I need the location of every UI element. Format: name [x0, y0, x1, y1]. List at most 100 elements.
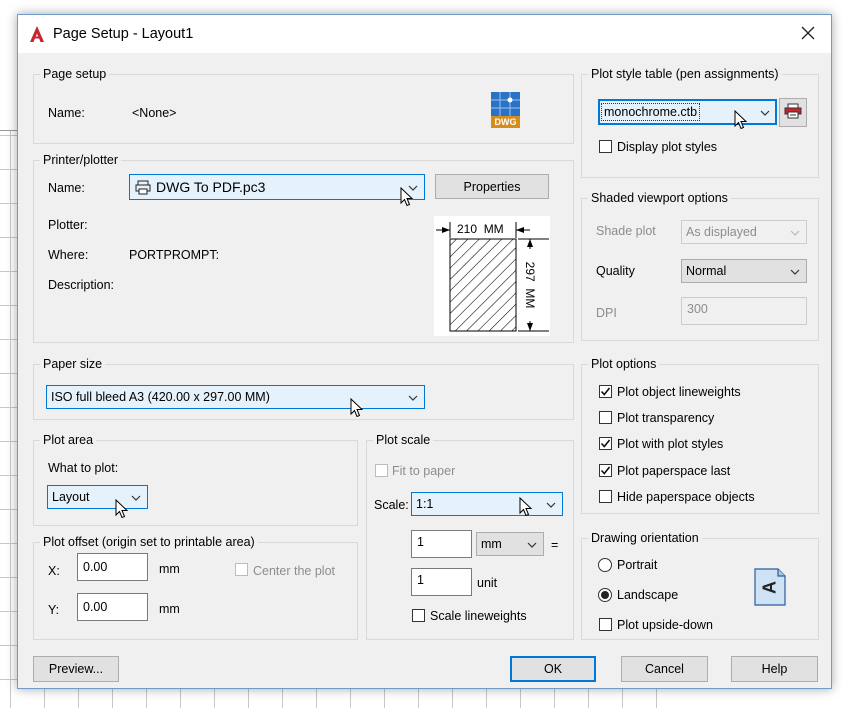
close-button[interactable]: [785, 15, 831, 53]
shade-plot-dropdown[interactable]: As displayed: [681, 220, 807, 244]
portrait-radio[interactable]: [598, 558, 612, 572]
page-setup-group: Page setup Name: <None> DWG: [33, 66, 574, 144]
paper-size-group-label: Paper size: [40, 356, 106, 372]
chevron-down-icon: [546, 497, 556, 511]
help-button[interactable]: Help: [731, 656, 818, 682]
where-value: PORTPROMPT:: [129, 248, 220, 262]
where-label: Where:: [48, 248, 89, 262]
properties-button[interactable]: Properties: [435, 174, 549, 199]
page-setup-dialog: Page Setup - Layout1 Page setup Name: <N…: [17, 14, 832, 689]
page-setup-group-label: Page setup: [40, 66, 110, 82]
shaded-viewport-group: Shaded viewport options Shade plot As di…: [581, 190, 819, 341]
plot-area-group-label: Plot area: [40, 432, 97, 448]
offset-x-unit: mm: [159, 562, 180, 576]
quality-dropdown[interactable]: Normal: [681, 259, 807, 283]
scale-denominator-unit: unit: [477, 576, 498, 590]
plot-offset-group: Plot offset (origin set to printable are…: [33, 534, 358, 640]
shade-plot-label: Shade plot: [596, 224, 656, 238]
title-bar: Page Setup - Layout1: [18, 15, 831, 53]
fit-to-paper-label: Fit to paper: [392, 464, 456, 478]
scale-denominator-input[interactable]: 1: [411, 568, 472, 596]
fit-to-paper-checkbox[interactable]: [375, 464, 388, 477]
scale-label: Scale:: [374, 498, 409, 512]
dpi-label: DPI: [596, 306, 617, 320]
display-plot-styles-checkbox[interactable]: [599, 140, 612, 153]
scale-numerator-input[interactable]: 1: [411, 530, 472, 558]
paper-size-value: ISO full bleed A3 (420.00 x 297.00 MM): [51, 390, 270, 404]
plot-transparency-label: Plot transparency: [617, 411, 715, 425]
printer-name-label: Name:: [48, 181, 85, 195]
chevron-down-icon: [527, 537, 537, 551]
plot-upside-down-label: Plot upside-down: [617, 618, 713, 632]
paper-preview: 210 MM 297 MM: [434, 216, 550, 336]
plot-object-lineweights-label: Plot object lineweights: [617, 385, 741, 399]
scale-lineweights-label: Scale lineweights: [430, 609, 527, 623]
plot-style-dropdown[interactable]: monochrome.ctb: [598, 99, 777, 125]
offset-y-unit: mm: [159, 602, 180, 616]
edit-plot-style-button[interactable]: [779, 98, 807, 127]
what-to-plot-dropdown[interactable]: Layout: [47, 485, 148, 509]
landscape-radio[interactable]: [598, 588, 612, 602]
offset-x-label: X:: [48, 564, 60, 578]
plot-object-lineweights-checkbox[interactable]: [599, 385, 612, 398]
what-to-plot-value: Layout: [52, 490, 90, 504]
shaded-viewport-group-label: Shaded viewport options: [588, 190, 731, 206]
chevron-down-icon: [790, 225, 800, 239]
scale-numerator-value: 1: [417, 535, 424, 549]
offset-x-value: 0.00: [83, 560, 108, 574]
scale-equals: =: [551, 538, 559, 552]
scale-unit-value: mm: [481, 537, 502, 551]
close-icon: [801, 26, 815, 43]
ok-button[interactable]: OK: [510, 656, 596, 682]
offset-y-label: Y:: [48, 603, 60, 617]
plot-scale-group-label: Plot scale: [373, 432, 434, 448]
page-setup-name-label: Name:: [48, 106, 85, 120]
hide-paperspace-objects-checkbox[interactable]: [599, 490, 612, 503]
plot-upside-down-checkbox[interactable]: [599, 618, 612, 631]
quality-label: Quality: [596, 264, 635, 278]
offset-y-input[interactable]: 0.00: [77, 593, 148, 621]
page-setup-name-value: <None>: [132, 106, 177, 120]
cancel-button[interactable]: Cancel: [621, 656, 708, 682]
preview-button[interactable]: Preview...: [33, 656, 119, 682]
paper-width-label: 210 MM: [457, 222, 504, 236]
scale-unit-dropdown[interactable]: mm: [476, 532, 544, 556]
plotter-label: Plotter:: [48, 218, 88, 232]
drawing-orientation-group-label: Drawing orientation: [588, 530, 702, 546]
plot-with-plot-styles-label: Plot with plot styles: [617, 437, 724, 451]
plot-paperspace-last-checkbox[interactable]: [599, 464, 612, 477]
printer-group-label: Printer/plotter: [40, 152, 122, 168]
plot-transparency-checkbox[interactable]: [599, 411, 612, 424]
what-to-plot-label: What to plot:: [48, 461, 119, 475]
scale-lineweights-checkbox[interactable]: [412, 609, 425, 622]
plot-with-plot-styles-checkbox[interactable]: [599, 437, 612, 450]
landscape-label: Landscape: [617, 588, 679, 602]
quality-value: Normal: [686, 264, 727, 278]
plot-offset-group-label: Plot offset (origin set to printable are…: [40, 534, 258, 550]
plot-area-group: Plot area What to plot: Layout: [33, 432, 358, 526]
printer-name-dropdown[interactable]: DWG To PDF.pc3: [129, 174, 425, 200]
chevron-down-icon: [408, 390, 418, 404]
scale-dropdown[interactable]: 1:1: [411, 492, 563, 516]
plot-options-group: Plot options Plot object lineweights Plo…: [581, 356, 819, 514]
chevron-down-icon: [760, 105, 770, 119]
paper-size-dropdown[interactable]: ISO full bleed A3 (420.00 x 297.00 MM): [46, 385, 425, 409]
center-plot-checkbox[interactable]: [235, 563, 248, 576]
dwg-file-icon: DWG: [490, 91, 521, 129]
center-plot-label: Center the plot: [253, 564, 335, 578]
paper-height-label: 297 MM: [523, 249, 537, 321]
dpi-input[interactable]: 300: [681, 297, 807, 325]
drawing-orientation-group: Drawing orientation Portrait Landscape P…: [581, 530, 819, 640]
printer-name-value: DWG To PDF.pc3: [156, 179, 266, 195]
chevron-down-icon: [790, 264, 800, 278]
portrait-label: Portrait: [617, 558, 658, 572]
printer-plotter-group: Printer/plotter Name: DWG To PDF.pc3 Pro…: [33, 152, 574, 343]
chevron-down-icon: [131, 490, 141, 504]
dpi-value: 300: [687, 302, 708, 316]
plotter-icon: [135, 180, 151, 198]
offset-x-input[interactable]: 0.00: [77, 553, 148, 581]
landscape-radio-dot: [601, 591, 609, 599]
shade-plot-value: As displayed: [686, 225, 757, 239]
plot-scale-group: Plot scale Fit to paper Scale: 1:1 1 mm …: [366, 432, 574, 640]
window-title: Page Setup - Layout1: [53, 26, 194, 42]
